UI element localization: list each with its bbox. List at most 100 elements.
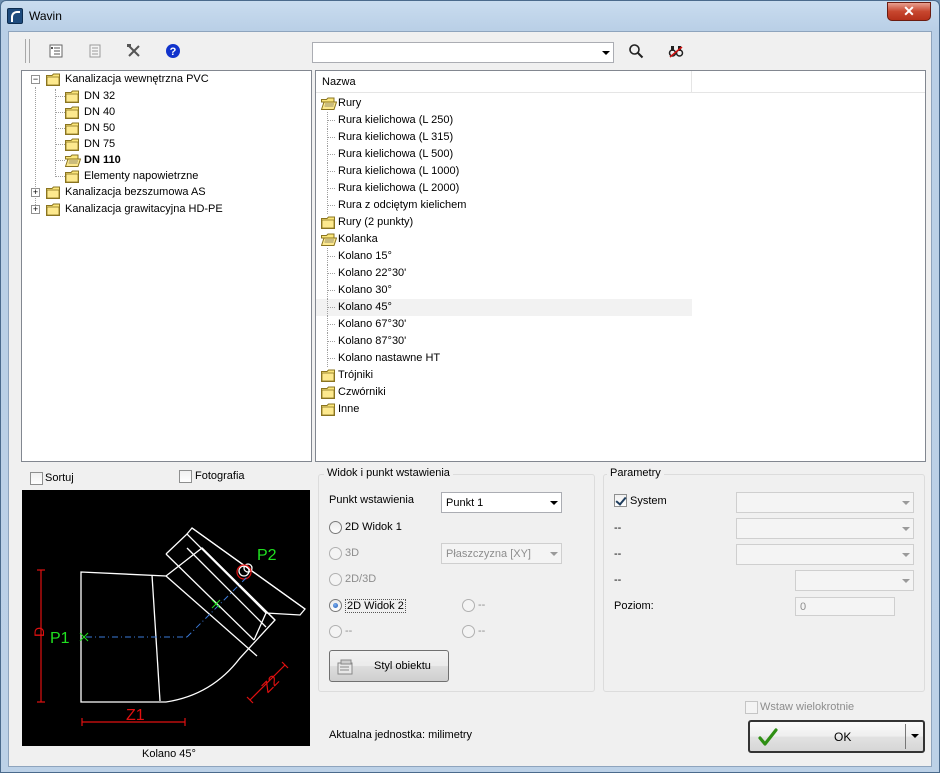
tree-label: DN 75: [84, 138, 116, 150]
list-item[interactable]: Kolano 30°: [316, 282, 692, 299]
column-separator[interactable]: [691, 71, 692, 93]
tree-item-dn110[interactable]: DN 110: [65, 152, 121, 168]
magnifier-icon[interactable]: [626, 41, 646, 61]
radio-option-a-label: --: [478, 599, 486, 611]
list-folder[interactable]: Trójniki: [321, 367, 373, 384]
plane-select[interactable]: Płaszczyzna [XY]: [441, 543, 562, 564]
radio-option-b[interactable]: [329, 625, 342, 638]
level-input[interactable]: 0: [795, 597, 895, 616]
list-icon[interactable]: [85, 41, 105, 61]
tools-icon[interactable]: [124, 41, 144, 61]
list-item[interactable]: Rura kielichowa (L 500): [316, 146, 692, 163]
list-folder-label: Trójniki: [338, 369, 374, 381]
tree-label: DN 110: [84, 154, 121, 166]
chevron-down-icon: [902, 579, 910, 583]
view-group-title: Widok i punkt wstawienia: [324, 467, 453, 479]
tree-item-dn50[interactable]: DN 50: [65, 120, 115, 136]
list-item[interactable]: Rura z odciętym kielichem: [316, 197, 692, 214]
tree-item-as[interactable]: Kanalizacja bezszumowa AS: [46, 184, 206, 200]
p1-label: P1: [50, 630, 70, 647]
toolbar-grip[interactable]: [25, 39, 30, 63]
folder-icon: [321, 386, 337, 399]
element-preview: P1 P2 D Z1 Z2: [22, 490, 310, 746]
current-unit-label: Aktualna jednostka: milimetry: [329, 729, 473, 741]
tree-item-hdpe[interactable]: Kanalizacja grawitacyjna HD-PE: [46, 201, 223, 217]
column-header-name[interactable]: Nazwa: [322, 76, 356, 88]
tree-item-dn32[interactable]: DN 32: [65, 88, 115, 104]
insert-point-select[interactable]: Punkt 1: [441, 492, 562, 513]
ok-button[interactable]: OK: [748, 720, 925, 753]
sort-checkbox[interactable]: [30, 472, 43, 485]
app-logo-icon: [7, 8, 23, 24]
list-item[interactable]: Rura kielichowa (L 250): [316, 112, 692, 129]
list-item-label: Kolano 15°: [338, 250, 392, 262]
list-folder[interactable]: Kolanka: [321, 231, 378, 248]
tree-item-pvc[interactable]: Kanalizacja wewnętrzna PVC: [46, 71, 209, 87]
tree-expander[interactable]: +: [31, 188, 40, 197]
list-folder-label: Rury: [338, 97, 362, 109]
system-select[interactable]: [736, 492, 914, 513]
chevron-down-icon: [902, 501, 910, 505]
tree-expander[interactable]: −: [31, 75, 40, 84]
radio-2d-3d[interactable]: [329, 573, 342, 586]
category-tree[interactable]: − Kanalizacja wewnętrzna PVC DN 32 DN 40…: [21, 70, 312, 462]
list-item[interactable]: Kolano 67°30': [316, 316, 692, 333]
help-icon[interactable]: ?: [163, 41, 183, 61]
list-folder[interactable]: Czwórniki: [321, 384, 386, 401]
radio-3d[interactable]: [329, 547, 342, 560]
chevron-down-icon: [902, 527, 910, 531]
tree-label: Elementy napowietrzne: [84, 170, 199, 182]
list-item[interactable]: Rura kielichowa (L 1000): [316, 163, 692, 180]
list-item-label: Rura kielichowa (L 500): [338, 148, 454, 160]
list-item[interactable]: Rura kielichowa (L 315): [316, 129, 692, 146]
photo-checkbox[interactable]: [179, 470, 192, 483]
level-label: Poziom:: [614, 600, 654, 612]
radio-2d-view-2[interactable]: [329, 599, 342, 612]
search-combo[interactable]: [312, 42, 614, 63]
level-value: 0: [800, 601, 807, 613]
tree-connector: [327, 171, 335, 172]
object-style-icon: [337, 659, 353, 675]
list-folder[interactable]: Rury (2 punkty): [321, 214, 413, 231]
tree-item-dn40[interactable]: DN 40: [65, 104, 115, 120]
title-bar[interactable]: Wavin ✕: [1, 1, 939, 31]
list-folder[interactable]: Inne: [321, 401, 359, 418]
list-item[interactable]: Kolano 87°30': [316, 333, 692, 350]
binoculars-icon[interactable]: [666, 41, 686, 61]
list-header[interactable]: Nazwa: [316, 71, 925, 93]
system-checkbox[interactable]: [614, 494, 627, 507]
list-item[interactable]: Kolano nastawne HT: [316, 350, 692, 367]
tree-connector: [327, 341, 335, 342]
folder-icon: [321, 369, 337, 382]
insert-multiple-checkbox[interactable]: [745, 701, 758, 714]
element-list[interactable]: Nazwa Rury Rura kielichowa (L 250) Rura ki…: [315, 70, 926, 462]
param-row-2-label: --: [614, 522, 622, 534]
radio-option-c[interactable]: [462, 625, 475, 638]
param-row-4-select[interactable]: [795, 570, 914, 591]
list-item[interactable]: Kolano 45°: [316, 299, 692, 316]
d-dimension-label: D: [31, 627, 47, 637]
radio-2d-view-1[interactable]: [329, 521, 342, 534]
ok-dropdown-icon[interactable]: [911, 734, 919, 738]
list-item[interactable]: Rura kielichowa (L 2000): [316, 180, 692, 197]
param-row-2-select[interactable]: [736, 518, 914, 539]
chevron-down-icon: [550, 501, 558, 505]
properties-icon[interactable]: [46, 41, 66, 61]
folder-icon: [321, 216, 337, 229]
object-style-button[interactable]: Styl obiektu: [329, 650, 449, 682]
tree-item-vents[interactable]: Elementy napowietrzne: [65, 168, 198, 184]
chevron-down-icon: [550, 552, 558, 556]
tree-expander[interactable]: +: [31, 205, 40, 214]
radio-option-b-label: --: [345, 625, 353, 637]
list-folder[interactable]: Rury: [321, 95, 361, 112]
ok-split-separator: [905, 724, 906, 749]
list-item[interactable]: Kolano 15°: [316, 248, 692, 265]
folder-icon: [46, 186, 62, 199]
param-row-3-select[interactable]: [736, 544, 914, 565]
list-item[interactable]: Kolano 22°30': [316, 265, 692, 282]
svg-text:?: ?: [170, 46, 177, 58]
close-button[interactable]: ✕: [887, 2, 931, 21]
radio-option-a[interactable]: [462, 599, 475, 612]
tree-item-dn75[interactable]: DN 75: [65, 136, 115, 152]
param-row-3-label: --: [614, 548, 622, 560]
